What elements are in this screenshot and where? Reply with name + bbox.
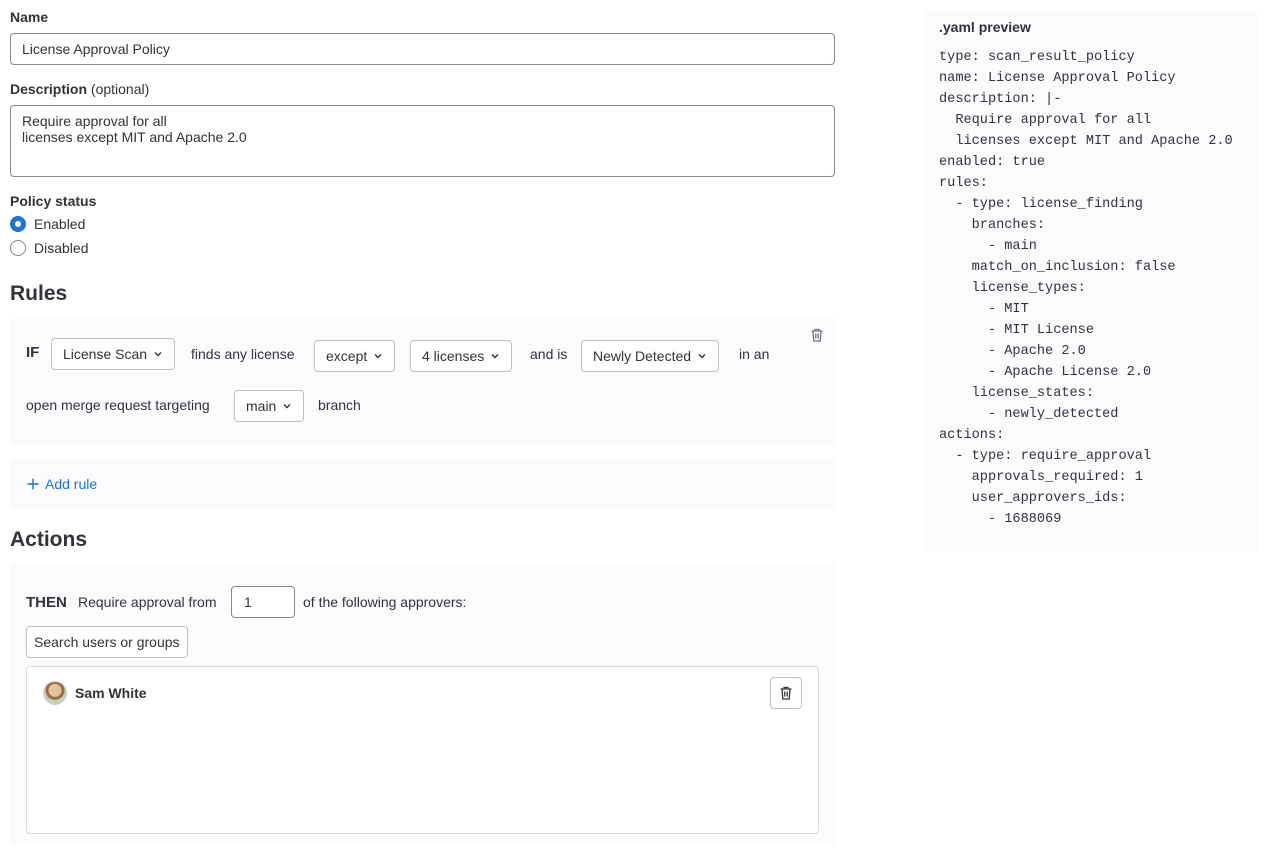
approvals-required-input[interactable] — [231, 586, 295, 618]
avatar — [43, 681, 67, 705]
chevron-down-icon — [154, 352, 162, 357]
if-keyword: IF — [26, 344, 40, 361]
remove-approver-button[interactable] — [770, 677, 802, 709]
action-panel: THEN Require approval from of the follow… — [10, 563, 835, 845]
rule-text-open-mr: open merge request targeting — [26, 397, 210, 413]
trash-icon — [780, 686, 792, 700]
actions-heading: Actions — [10, 528, 88, 551]
yaml-preview-title: .yaml preview — [939, 19, 1031, 35]
delete-rule-icon[interactable] — [809, 327, 825, 343]
rules-heading: Rules — [10, 282, 68, 305]
licenses-dropdown[interactable]: 4 licenses — [410, 340, 513, 372]
approver-name: Sam White — [75, 685, 147, 701]
description-input[interactable]: Require approval for all licenses except… — [10, 105, 835, 177]
chevron-down-icon — [698, 354, 706, 359]
chevron-down-icon — [283, 404, 291, 409]
rule-text-and-is: and is — [530, 346, 568, 362]
description-label: Description (optional) — [10, 81, 149, 97]
chevron-down-icon — [491, 354, 499, 359]
operator-dropdown[interactable]: except — [314, 340, 396, 372]
search-approvers-button[interactable]: Search users or groups — [26, 626, 188, 658]
name-input[interactable] — [10, 33, 835, 65]
yaml-preview-code: type: scan_result_policy name: License A… — [939, 50, 1233, 527]
status-enabled-option[interactable]: Enabled — [10, 216, 85, 232]
add-rule-panel: Add rule — [10, 458, 835, 510]
status-enabled-radio[interactable] — [10, 216, 26, 232]
approvers-list: Sam White — [26, 666, 819, 834]
status-enabled-label: Enabled — [34, 216, 86, 232]
yaml-preview-panel: .yaml preview type: scan_result_policy n… — [924, 10, 1258, 552]
action-text-require: Require approval from — [78, 594, 217, 610]
add-rule-label: Add rule — [45, 476, 98, 492]
licenses-dropdown-label: 4 licenses — [422, 348, 485, 364]
description-label-text: Description — [10, 81, 88, 97]
status-disabled-label: Disabled — [34, 240, 89, 256]
rule-text-in-an: in an — [739, 346, 770, 362]
branch-dropdown-label: main — [246, 398, 277, 414]
scanner-dropdown[interactable]: License Scan — [51, 338, 176, 370]
search-approvers-label: Search users or groups — [34, 634, 180, 650]
chevron-down-icon — [374, 354, 382, 359]
branch-dropdown[interactable]: main — [234, 390, 305, 422]
rule-panel: IF License Scan finds any license except… — [10, 318, 835, 446]
add-rule-button[interactable]: Add rule — [26, 476, 97, 492]
rule-text-branch: branch — [318, 397, 361, 413]
status-disabled-radio[interactable] — [10, 240, 26, 256]
name-label: Name — [10, 9, 49, 25]
rule-text-finds: finds any license — [191, 346, 295, 362]
then-keyword: THEN — [26, 594, 67, 611]
policy-status-label: Policy status — [10, 193, 97, 209]
action-text-following: of the following approvers: — [303, 594, 467, 610]
operator-dropdown-label: except — [326, 348, 368, 364]
status-disabled-option[interactable]: Disabled — [10, 240, 88, 256]
license-state-dropdown-label: Newly Detected — [593, 348, 692, 364]
description-optional: (optional) — [90, 81, 150, 97]
license-state-dropdown[interactable]: Newly Detected — [581, 340, 720, 372]
scanner-dropdown-label: License Scan — [63, 346, 148, 362]
plus-icon — [27, 478, 39, 490]
